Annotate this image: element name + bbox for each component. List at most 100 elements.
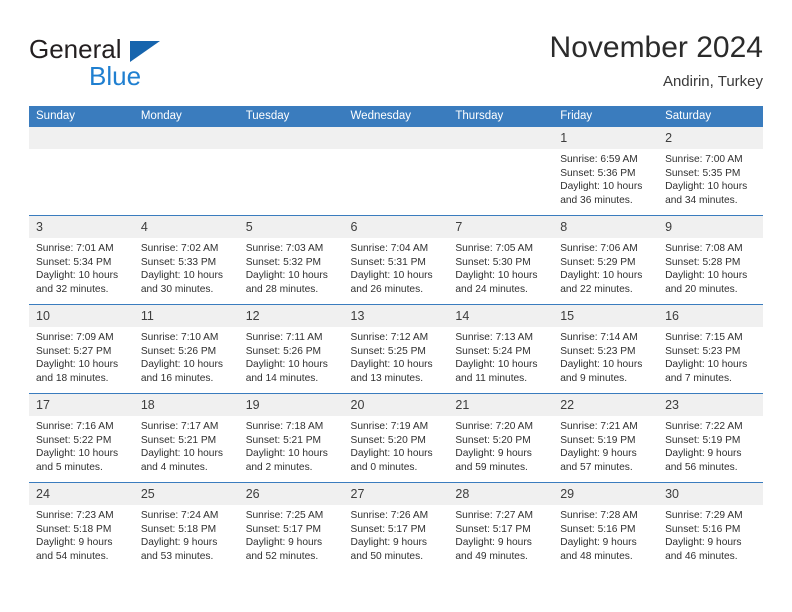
- day-number: 28: [448, 483, 554, 505]
- day-number: 13: [343, 305, 449, 327]
- calendar-day-cell[interactable]: 8 Sunrise: 7:06 AM Sunset: 5:29 PM Daylight…: [553, 215, 659, 305]
- calendar-day-cell[interactable]: 13 Sunrise: 7:12 AM Sunset: 5:25 PM Dayligh…: [343, 304, 449, 394]
- day-cell-inner: 12 Sunrise: 7:11 AM Sunset: 5:26 PM Dayligh…: [238, 305, 344, 393]
- day-cell-inner: 8 Sunrise: 7:06 AM Sunset: 5:29 PM Daylight…: [553, 216, 659, 304]
- calendar-day-cell[interactable]: 14 Sunrise: 7:13 AM Sunset: 5:24 PM Dayligh…: [448, 304, 554, 394]
- calendar-day-cell[interactable]: 5 Sunrise: 7:03 AM Sunset: 5:32 PM Daylight…: [238, 215, 344, 305]
- day-number: 29: [553, 483, 659, 505]
- calendar-day-cell[interactable]: 24 Sunrise: 7:23 AM Sunset: 5:18 PM Dayligh…: [29, 482, 134, 571]
- day-number: 17: [29, 394, 134, 416]
- day-details: Sunrise: 7:13 AM Sunset: 5:24 PM Daylight:…: [448, 327, 553, 385]
- sunrise-text: Sunrise: 7:24 AM: [140, 510, 219, 521]
- sunrise-text: Sunrise: 7:27 AM: [455, 510, 533, 521]
- calendar-cell-empty: [238, 127, 344, 216]
- general-blue-logo[interactable]: General Blue: [29, 34, 249, 94]
- day-number: 2: [658, 127, 763, 149]
- calendar-day-cell[interactable]: 17 Sunrise: 7:16 AM Sunset: 5:22 PM Dayligh…: [29, 393, 134, 483]
- daylight-text: Daylight: 10 hours and 20 minutes.: [665, 270, 748, 295]
- calendar-day-cell[interactable]: 6 Sunrise: 7:04 AM Sunset: 5:31 PM Daylight…: [343, 215, 449, 305]
- sunrise-text: Sunrise: 7:05 AM: [455, 243, 533, 254]
- calendar-day-cell[interactable]: 19 Sunrise: 7:18 AM Sunset: 5:21 PM Dayligh…: [238, 393, 344, 483]
- calendar-day-cell[interactable]: 28 Sunrise: 7:27 AM Sunset: 5:17 PM Dayligh…: [448, 482, 554, 571]
- calendar-day-cell[interactable]: 15 Sunrise: 7:14 AM Sunset: 5:23 PM Dayligh…: [553, 304, 659, 394]
- sunset-text: Sunset: 5:21 PM: [245, 434, 322, 446]
- sunset-text: Sunset: 5:16 PM: [560, 523, 636, 535]
- calendar-day-cell[interactable]: 21 Sunrise: 7:20 AM Sunset: 5:20 PM Dayligh…: [448, 393, 554, 483]
- sunset-text: Sunset: 5:20 PM: [455, 434, 531, 446]
- sunrise-text: Sunrise: 7:04 AM: [350, 243, 429, 254]
- weekday-header-monday: Monday: [133, 106, 239, 127]
- calendar-day-cell[interactable]: 3 Sunrise: 7:01 AM Sunset: 5:34 PM Daylight…: [29, 215, 134, 305]
- calendar-day-cell[interactable]: 4 Sunrise: 7:02 AM Sunset: 5:33 PM Daylight…: [133, 215, 239, 305]
- calendar-cell-empty: [133, 127, 239, 216]
- sunset-text: Sunset: 5:35 PM: [665, 167, 741, 179]
- day-details: Sunrise: 7:12 AM Sunset: 5:25 PM Daylight:…: [344, 327, 449, 385]
- calendar-table: Sunday Monday Tuesday Wednesday Thursday…: [29, 106, 763, 571]
- day-cell-inner: 5 Sunrise: 7:03 AM Sunset: 5:32 PM Daylight…: [238, 216, 344, 304]
- day-details: Sunrise: 7:02 AM Sunset: 5:33 PM Daylight:…: [134, 238, 239, 296]
- day-number: 8: [553, 216, 659, 238]
- calendar-day-cell[interactable]: 12 Sunrise: 7:11 AM Sunset: 5:26 PM Dayligh…: [238, 304, 344, 394]
- sunrise-text: Sunrise: 7:26 AM: [350, 510, 429, 521]
- day-details: Sunrise: 7:06 AM Sunset: 5:29 PM Daylight:…: [553, 238, 658, 296]
- day-number: 12: [238, 305, 344, 327]
- sunset-text: Sunset: 5:22 PM: [36, 434, 112, 446]
- calendar-day-cell[interactable]: 27 Sunrise: 7:26 AM Sunset: 5:17 PM Dayligh…: [343, 482, 449, 571]
- day-details: Sunrise: 7:10 AM Sunset: 5:26 PM Daylight:…: [134, 327, 239, 385]
- day-cell-inner: 22 Sunrise: 7:21 AM Sunset: 5:19 PM Dayligh…: [553, 394, 659, 482]
- day-details: Sunrise: 7:29 AM Sunset: 5:16 PM Daylight:…: [658, 505, 763, 563]
- day-details: Sunrise: 7:14 AM Sunset: 5:23 PM Daylight:…: [553, 327, 658, 385]
- calendar-day-cell[interactable]: 25 Sunrise: 7:24 AM Sunset: 5:18 PM Dayligh…: [133, 482, 239, 571]
- calendar-week-row: 10 Sunrise: 7:09 AM Sunset: 5:27 PM Dayligh…: [29, 304, 763, 394]
- sunset-text: Sunset: 5:29 PM: [560, 256, 636, 268]
- calendar-day-cell[interactable]: 23 Sunrise: 7:22 AM Sunset: 5:19 PM Dayligh…: [658, 393, 763, 483]
- day-number: 19: [238, 394, 344, 416]
- weekday-header-sunday: Sunday: [29, 106, 134, 127]
- sunrise-text: Sunrise: 7:19 AM: [350, 421, 429, 432]
- calendar-day-cell[interactable]: 30 Sunrise: 7:29 AM Sunset: 5:16 PM Dayligh…: [658, 482, 763, 571]
- calendar-day-cell[interactable]: 29 Sunrise: 7:28 AM Sunset: 5:16 PM Dayligh…: [553, 482, 659, 571]
- daylight-text: Daylight: 9 hours and 49 minutes.: [455, 537, 532, 562]
- calendar-cell-empty: [29, 127, 134, 216]
- calendar-day-cell[interactable]: 2 Sunrise: 7:00 AM Sunset: 5:35 PM Daylight…: [658, 127, 763, 216]
- logo-general-text: General: [29, 34, 122, 64]
- calendar-day-cell[interactable]: 10 Sunrise: 7:09 AM Sunset: 5:27 PM Dayligh…: [29, 304, 134, 394]
- day-details: Sunrise: 6:59 AM Sunset: 5:36 PM Daylight:…: [553, 149, 658, 207]
- day-details: Sunrise: 7:19 AM Sunset: 5:20 PM Daylight:…: [344, 416, 449, 474]
- sunrise-text: Sunrise: 7:29 AM: [665, 510, 743, 521]
- calendar-day-cell[interactable]: 22 Sunrise: 7:21 AM Sunset: 5:19 PM Dayligh…: [553, 393, 659, 483]
- sunrise-text: Sunrise: 7:14 AM: [560, 332, 638, 343]
- calendar-day-cell[interactable]: 7 Sunrise: 7:05 AM Sunset: 5:30 PM Daylight…: [448, 215, 554, 305]
- calendar-day-cell[interactable]: 18 Sunrise: 7:17 AM Sunset: 5:21 PM Dayligh…: [133, 393, 239, 483]
- sunset-text: Sunset: 5:26 PM: [245, 345, 322, 357]
- calendar-day-cell[interactable]: 16 Sunrise: 7:15 AM Sunset: 5:23 PM Dayligh…: [658, 304, 763, 394]
- calendar-day-cell[interactable]: 26 Sunrise: 7:25 AM Sunset: 5:17 PM Dayligh…: [238, 482, 344, 571]
- daylight-text: Daylight: 10 hours and 30 minutes.: [140, 270, 223, 295]
- calendar-day-cell[interactable]: 9 Sunrise: 7:08 AM Sunset: 5:28 PM Daylight…: [658, 215, 763, 305]
- day-number: 27: [343, 483, 449, 505]
- sunset-text: Sunset: 5:16 PM: [665, 523, 741, 535]
- day-number: [238, 127, 344, 149]
- day-number: 9: [658, 216, 763, 238]
- day-details: Sunrise: 7:20 AM Sunset: 5:20 PM Daylight:…: [448, 416, 553, 474]
- sunset-text: Sunset: 5:25 PM: [350, 345, 426, 357]
- weekday-header-wednesday: Wednesday: [343, 106, 449, 127]
- calendar-day-cell[interactable]: 20 Sunrise: 7:19 AM Sunset: 5:20 PM Dayligh…: [343, 393, 449, 483]
- sunrise-text: Sunrise: 7:09 AM: [36, 332, 114, 343]
- calendar-day-cell[interactable]: 1 Sunrise: 6:59 AM Sunset: 5:36 PM Daylight…: [553, 127, 659, 216]
- calendar-day-cell[interactable]: 11 Sunrise: 7:10 AM Sunset: 5:26 PM Dayligh…: [133, 304, 239, 394]
- day-number: 24: [29, 483, 134, 505]
- sunset-text: Sunset: 5:17 PM: [350, 523, 426, 535]
- day-details: Sunrise: 7:11 AM Sunset: 5:26 PM Daylight:…: [239, 327, 344, 385]
- calendar-week-row: 24 Sunrise: 7:23 AM Sunset: 5:18 PM Dayligh…: [29, 482, 763, 571]
- day-cell-inner: 1 Sunrise: 6:59 AM Sunset: 5:36 PM Daylight…: [553, 127, 659, 215]
- day-details: Sunrise: 7:08 AM Sunset: 5:28 PM Daylight:…: [658, 238, 763, 296]
- sunset-text: Sunset: 5:36 PM: [560, 167, 636, 179]
- daylight-text: Daylight: 9 hours and 50 minutes.: [350, 537, 427, 562]
- logo-blue-text: Blue: [89, 61, 142, 91]
- calendar-body: 1 Sunrise: 6:59 AM Sunset: 5:36 PM Daylight…: [29, 127, 763, 571]
- location-subtitle: Andirin, Turkey: [662, 73, 763, 90]
- weekday-header-thursday: Thursday: [448, 106, 554, 127]
- daylight-text: Daylight: 10 hours and 7 minutes.: [665, 359, 748, 384]
- sunrise-text: Sunrise: 7:13 AM: [455, 332, 533, 343]
